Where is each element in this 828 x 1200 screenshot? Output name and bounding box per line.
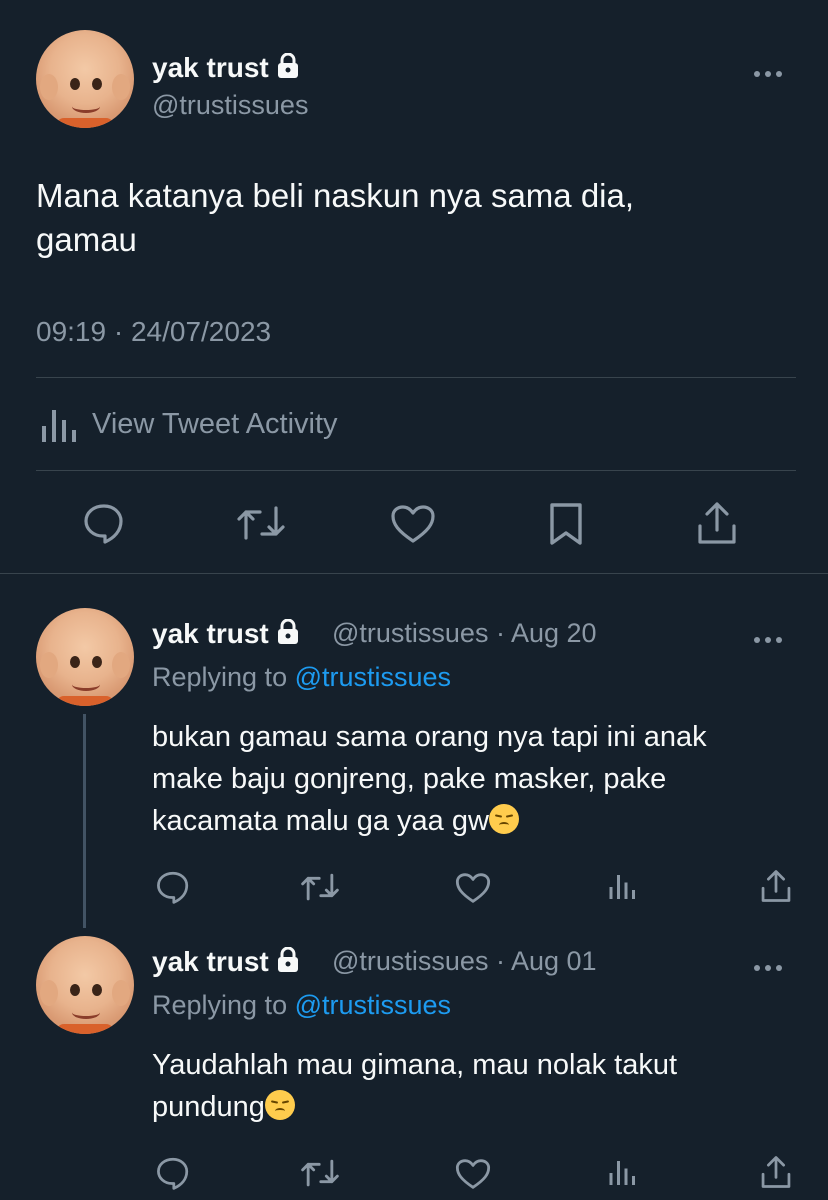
author-name[interactable]: yak trust: [152, 52, 299, 86]
avatar[interactable]: [36, 936, 134, 1034]
pensive-face-icon: [488, 804, 519, 834]
avatar[interactable]: [36, 30, 134, 128]
more-options-icon[interactable]: [754, 64, 787, 82]
analytics-icon[interactable]: [608, 1158, 638, 1188]
retweet-icon[interactable]: [300, 1158, 340, 1188]
divider: [36, 470, 796, 471]
reply-icon[interactable]: [82, 502, 126, 544]
lock-icon: [277, 946, 299, 980]
analytics-icon[interactable]: [608, 872, 638, 902]
tweet-timestamp[interactable]: 09:19 · 24/07/2023: [36, 316, 271, 348]
retweet-icon[interactable]: [236, 504, 286, 542]
share-icon[interactable]: [760, 868, 792, 904]
reply-icon[interactable]: [155, 1156, 191, 1190]
more-options-icon[interactable]: [754, 958, 787, 976]
reply-handle-date[interactable]: @trustissues · Aug 01: [332, 946, 597, 977]
author-handle[interactable]: @trustissues: [152, 90, 308, 121]
tweet-thread: yak trust @trustissues Mana katanya beli…: [0, 0, 828, 1200]
like-icon[interactable]: [455, 1158, 491, 1190]
reply-icon[interactable]: [155, 870, 191, 904]
tweet-text: Mana katanya beli naskun nya sama dia, g…: [36, 177, 635, 258]
like-icon[interactable]: [390, 504, 436, 544]
replying-to: Replying to @trustissues: [152, 662, 452, 692]
lock-icon: [277, 52, 299, 86]
reply-author-name[interactable]: yak trust: [152, 618, 299, 652]
retweet-icon[interactable]: [300, 872, 340, 902]
replying-to: Replying to @trustissues: [152, 990, 452, 1020]
thread-connector: [83, 714, 86, 928]
reply-text: Yaudahlah mau gimana, mau nolak takut pu…: [152, 1049, 678, 1123]
lock-icon: [277, 618, 299, 652]
divider: [0, 573, 828, 574]
avatar[interactable]: [36, 608, 134, 706]
reply-text: bukan gamau sama orang nya tapi ini anak…: [152, 721, 707, 837]
analytics-icon: [42, 410, 76, 442]
pensive-face-icon: [264, 1090, 295, 1120]
more-options-icon[interactable]: [754, 630, 787, 648]
divider: [36, 377, 796, 378]
like-icon[interactable]: [455, 872, 491, 904]
view-activity-label: View Tweet Activity: [92, 408, 338, 440]
replying-to-link[interactable]: @trustissues: [295, 662, 451, 692]
share-icon[interactable]: [696, 500, 738, 546]
replying-to-link[interactable]: @trustissues: [295, 990, 451, 1020]
bookmark-icon[interactable]: [548, 502, 584, 546]
share-icon[interactable]: [760, 1154, 792, 1190]
reply-author-name[interactable]: yak trust: [152, 946, 299, 980]
reply-handle-date[interactable]: @trustissues · Aug 20: [332, 618, 597, 649]
